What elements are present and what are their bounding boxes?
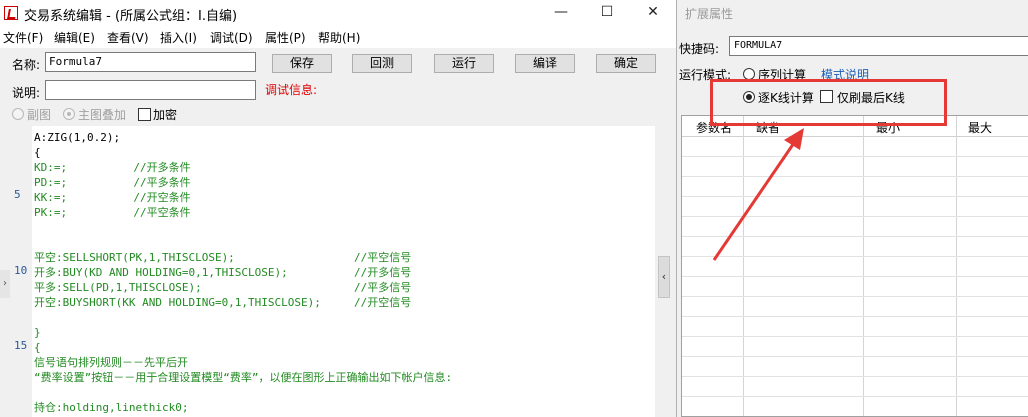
- collapse-left-button[interactable]: ›: [0, 270, 10, 298]
- formula-editor-window: 交易系统编辑 - (所属公式组：I.自编) — ☐ ✕ 文件(F) 编辑(E) …: [0, 0, 676, 417]
- description-label: 说明:: [12, 86, 41, 100]
- code-line: PK:=; //平空条件: [34, 206, 191, 219]
- sub-chart-radio: [12, 108, 24, 120]
- title-bar: 交易系统编辑 - (所属公式组：I.自编) — ☐ ✕: [0, 0, 676, 26]
- row-divider: [682, 376, 1028, 377]
- encrypt-label: 加密: [153, 108, 178, 122]
- code-line: PD:=; //平多条件: [34, 176, 191, 189]
- confirm-button[interactable]: 确定: [596, 54, 656, 73]
- code-line: {: [34, 341, 41, 354]
- close-button[interactable]: ✕: [630, 0, 676, 26]
- debug-info-label: 调试信息:: [265, 83, 318, 97]
- row-divider: [682, 396, 1028, 397]
- code-line: 持仓:holding,linethick0;: [34, 401, 189, 414]
- panel-title: 扩展属性: [685, 7, 734, 21]
- sub-chart-label: 副图: [27, 108, 52, 122]
- code-line: KD:=; //开多条件: [34, 161, 191, 174]
- hotkey-label: 快捷码:: [679, 42, 720, 56]
- code-line: 开多:BUY(KD AND HOLDING=0,1,THISCLOSE); //…: [34, 266, 412, 279]
- menu-properties[interactable]: 属性(P): [265, 29, 306, 46]
- code-line: 开空:BUYSHORT(KK AND HOLDING=0,1,THISCLOSE…: [34, 296, 412, 309]
- menu-edit[interactable]: 编辑(E): [54, 29, 95, 46]
- code-line: KK:=; //开空条件: [34, 191, 191, 204]
- menu-file[interactable]: 文件(F): [3, 29, 43, 46]
- row-divider: [682, 276, 1028, 277]
- line-number-gutter: 5 10 15: [12, 126, 32, 417]
- code-line: 平空:SELLSHORT(PK,1,THISCLOSE); //平空信号: [34, 251, 412, 264]
- annotation-highlight-box: [710, 79, 947, 126]
- save-button[interactable]: 保存: [272, 54, 332, 73]
- compile-button[interactable]: 编译: [515, 54, 575, 73]
- run-button[interactable]: 运行: [434, 54, 494, 73]
- column-divider: [956, 116, 957, 416]
- code-line: 信号语句排列规则－－先平后开: [34, 356, 188, 369]
- main-overlay-label: 主图叠加: [78, 108, 127, 122]
- minimize-button[interactable]: —: [538, 0, 584, 26]
- code-line: {: [34, 146, 41, 159]
- main-overlay-radio: [63, 108, 75, 120]
- code-editor[interactable]: 5 10 15 A:ZIG(1,0.2); { KD:=; //开多条件 PD:=; …: [12, 126, 655, 417]
- row-divider: [682, 296, 1028, 297]
- code-line: }: [34, 326, 41, 339]
- name-input[interactable]: Formula7: [45, 52, 256, 72]
- hotkey-input[interactable]: FORMULA7: [729, 36, 1028, 56]
- maximize-button[interactable]: ☐: [584, 0, 630, 26]
- menu-view[interactable]: 查看(V): [107, 29, 149, 46]
- menu-insert[interactable]: 插入(I): [160, 29, 197, 46]
- menu-bar: 文件(F) 编辑(E) 查看(V) 插入(I) 调试(D) 属性(P) 帮助(H…: [0, 26, 676, 48]
- code-line: A:ZIG(1,0.2);: [34, 131, 121, 144]
- toggle-panel-button[interactable]: ‹: [658, 256, 670, 298]
- menu-debug[interactable]: 调试(D): [210, 29, 253, 46]
- name-label: 名称:: [12, 58, 41, 72]
- encrypt-checkbox[interactable]: [138, 108, 151, 121]
- annotation-arrow-icon: [712, 128, 804, 261]
- column-divider: [863, 116, 864, 416]
- column-header-max[interactable]: 最大: [968, 119, 992, 136]
- line-number: 10: [14, 264, 28, 277]
- code-line: “费率设置”按钮－－用于合理设置模型“费率”，以便在图形上正确输出如下帐户信息:: [34, 371, 453, 384]
- menu-help[interactable]: 帮助(H): [318, 29, 360, 46]
- backtest-button[interactable]: 回测: [352, 54, 412, 73]
- row-divider: [682, 356, 1028, 357]
- app-logo-icon: [4, 6, 18, 20]
- line-number: 5: [14, 188, 21, 201]
- window-title: 交易系统编辑 - (所属公式组：I.自编): [24, 9, 238, 24]
- row-divider: [682, 336, 1028, 337]
- description-input[interactable]: [45, 80, 256, 100]
- line-number: 15: [14, 339, 28, 352]
- row-divider: [682, 316, 1028, 317]
- code-line: 平多:SELL(PD,1,THISCLOSE); //平多信号: [34, 281, 412, 294]
